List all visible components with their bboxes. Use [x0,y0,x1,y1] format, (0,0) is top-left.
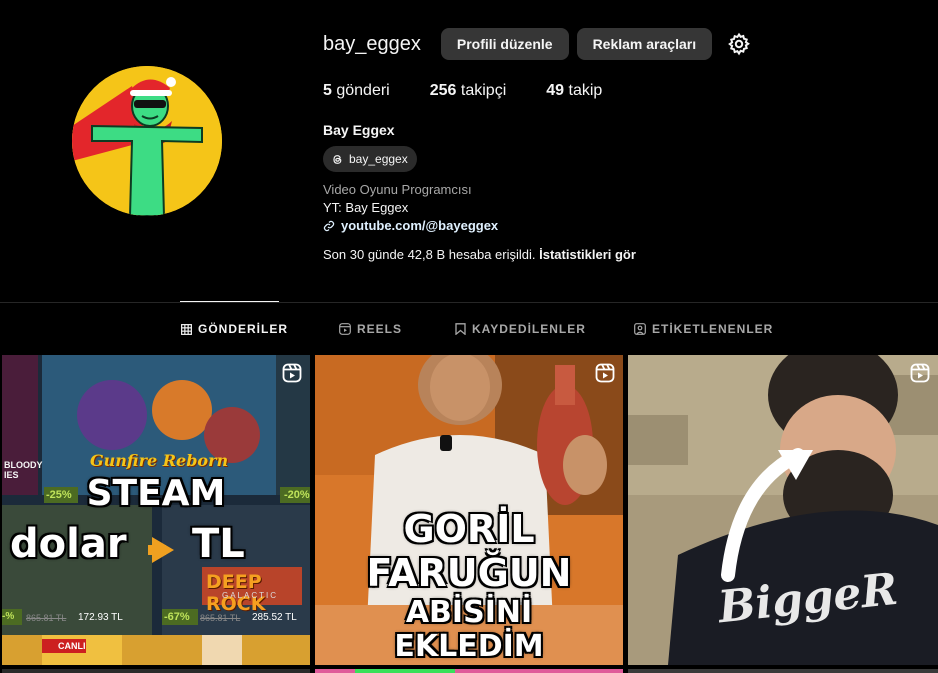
profile-link[interactable]: youtube.com/@bayeggex [323,217,923,235]
post-tile-steam[interactable]: Gunfire Reborn STEAM dolar TL DEEP ROCK … [2,355,310,665]
posts-stat: 5 gönderi [323,82,390,99]
post-tile-row2-2[interactable] [315,669,623,673]
threads-handle: bay_eggex [349,152,408,166]
price-new-1: 172.93 TL [78,612,123,623]
tab-tagged-label: ETİKETLENENLER [652,322,774,336]
thumbnail-band [355,669,455,673]
bio-line: YT: Bay Eggex [323,200,409,215]
followers-stat[interactable]: 256 takipçi [430,82,507,100]
reach-text: Son 30 günde 42,8 B hesaba erişildi. [323,247,536,262]
reel-indicator-icon [595,363,615,383]
price-old-1: 865.81 TL [26,613,67,623]
discount-badge-4: -% [2,611,15,622]
tab-reels-label: REELS [357,322,403,336]
profile-username: bay_eggex [323,32,421,55]
profile-stats: 5 gönderi 256 takipçi 49 takip [323,82,923,100]
reel-indicator-icon [282,363,302,383]
edit-profile-button[interactable]: Profili düzenle [440,28,569,60]
tab-saved-label: KAYDEDİLENLER [472,322,586,336]
threads-badge[interactable]: bay_eggex [323,146,417,172]
game-title-gunfire: Gunfire Reborn [90,451,229,470]
side-game-title: BLOODY IES [4,460,43,480]
caption-dolar: dolar [10,521,127,567]
tab-saved[interactable]: KAYDEDİLENLER [455,322,586,336]
post-tile-row2-3[interactable] [628,669,938,673]
reel-indicator-icon [910,363,930,383]
caption-line-4: EKLEDİM [394,629,544,664]
settings-gear-icon[interactable] [726,31,752,57]
caption-line-3: ABİSİNİ [405,595,533,630]
profile-avatar[interactable] [72,66,222,216]
tab-reels[interactable]: REELS [339,322,402,336]
view-insights-link[interactable]: İstatistikleri gör [539,247,636,262]
profile-info: bay_eggex Profili düzenle Reklam araçlar… [323,26,923,262]
discount-badge-3: -67% [164,611,190,623]
profile-link-text: youtube.com/@bayeggex [341,218,499,233]
caption-line-2: FARUĞUN [366,551,572,595]
active-tab-indicator [180,301,279,302]
post-tile-row2-1[interactable] [2,669,310,673]
link-icon [323,220,335,232]
tag-icon [634,323,646,335]
live-badge: CANLI [58,641,86,651]
ad-tools-button[interactable]: Reklam araçları [576,28,713,60]
tab-posts-label: GÖNDERİLER [198,322,289,336]
caption-tl: TL [192,521,245,567]
caption-line-1: GORİL [403,507,535,551]
tabs-divider [0,302,938,303]
discount-badge-2: -20% [284,489,310,501]
reach-summary: Son 30 günde 42,8 B hesaba erişildi. İst… [323,247,923,262]
bookmark-icon [455,323,466,335]
reels-icon [339,323,351,335]
tab-posts[interactable]: GÖNDERİLER [181,322,288,336]
following-stat[interactable]: 49 takip [546,82,602,100]
discount-badge-1: -25% [46,489,72,501]
post-tile-goril[interactable]: GORİL FARUĞUN ABİSİNİ EKLEDİM [315,355,623,665]
profile-bio: Video Oyunu Programcısı YT: Bay Eggex yo… [323,181,923,235]
game-subtitle-galactic: GALACTIC [222,591,279,600]
avatar-illustration [72,66,222,216]
threads-icon [333,154,342,164]
profile-full-name: Bay Eggex [323,122,395,138]
tab-tagged[interactable]: ETİKETLENENLER [634,322,773,336]
grid-icon [181,323,192,335]
profile-category: Video Oyunu Programcısı [323,182,472,197]
price-old-2: 865.81 TL [200,613,241,623]
post-tile-bigger[interactable]: BiggeR [628,355,938,665]
price-new-2: 285.52 TL [252,612,297,623]
